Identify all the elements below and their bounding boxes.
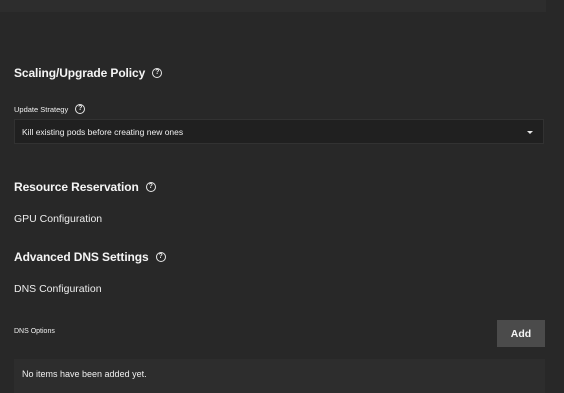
help-icon[interactable]: ? <box>155 252 166 262</box>
update-strategy-value: Kill existing pods before creating new o… <box>22 127 184 137</box>
advanced-dns-title: Advanced DNS Settings <box>14 250 149 264</box>
add-dns-option-button[interactable]: Add <box>497 320 545 347</box>
dns-configuration-label: DNS Configuration <box>14 283 102 295</box>
update-strategy-label: Update Strategy ? <box>14 104 86 114</box>
scaling-policy-heading: Scaling/Upgrade Policy ? <box>14 66 163 80</box>
resource-reservation-title: Resource Reservation <box>14 180 139 194</box>
gpu-configuration-label: GPU Configuration <box>14 213 103 225</box>
resource-reservation-heading: Resource Reservation ? <box>14 180 156 194</box>
advanced-dns-heading: Advanced DNS Settings ? <box>14 250 166 264</box>
dns-options-list: No items have been added yet. <box>14 359 545 393</box>
previous-section-card <box>0 0 546 12</box>
help-icon[interactable]: ? <box>75 104 86 114</box>
help-icon[interactable]: ? <box>145 182 156 192</box>
app-config-form: Scaling/Upgrade Policy ? Update Strategy… <box>0 0 564 393</box>
scaling-policy-title: Scaling/Upgrade Policy <box>14 66 146 80</box>
dns-options-label: DNS Options <box>14 328 55 335</box>
chevron-down-icon <box>527 131 533 134</box>
help-icon[interactable]: ? <box>152 68 163 78</box>
empty-list-message: No items have been added yet. <box>22 369 147 379</box>
update-strategy-label-text: Update Strategy <box>14 104 69 114</box>
update-strategy-select[interactable]: Kill existing pods before creating new o… <box>14 119 544 144</box>
